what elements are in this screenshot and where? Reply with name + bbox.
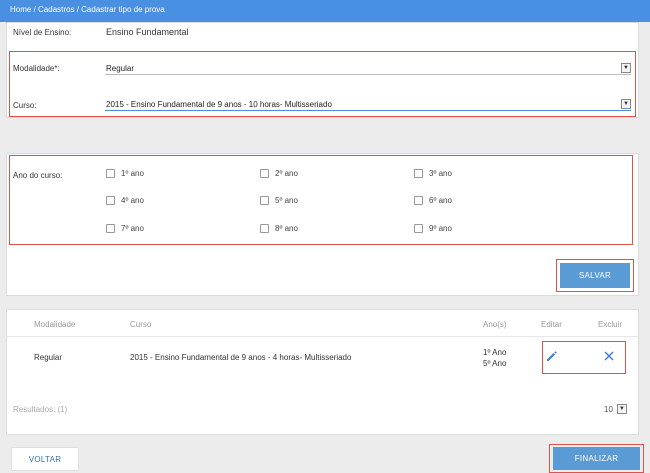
- checkbox-ano-7[interactable]: 7º ano: [106, 224, 144, 233]
- checkbox-ano-3[interactable]: 3º ano: [414, 169, 452, 178]
- row-curso: 2015 - Ensino Fundamental de 9 anos - 4 …: [130, 353, 352, 362]
- row-ano-2: 5º Ano: [483, 359, 507, 368]
- header-editar: Editar: [541, 320, 562, 329]
- pencil-icon[interactable]: [546, 350, 558, 364]
- header-divider: [6, 336, 639, 337]
- results-count: Resultados: (1): [13, 405, 68, 414]
- header-anos: Ano(s): [483, 320, 507, 329]
- checkbox-ano-9[interactable]: 9º ano: [414, 224, 452, 233]
- top-bar: Home / Cadastros / Cadastrar tipo de pro…: [0, 0, 650, 22]
- finalizar-button[interactable]: FINALIZAR: [553, 447, 640, 470]
- voltar-button[interactable]: VOLTAR: [11, 447, 79, 471]
- curso-selected: 2015 - Ensino Fundamental de 9 anos - 10…: [106, 100, 332, 109]
- nivel-value: Ensino Fundamental: [106, 27, 189, 37]
- anos-label: Ano do curso:: [13, 171, 63, 180]
- checkbox-ano-6[interactable]: 6º ano: [414, 196, 452, 205]
- row-modalidade: Regular: [34, 353, 63, 362]
- page-size-value: 10: [604, 404, 613, 414]
- chevron-down-icon[interactable]: ▼: [616, 404, 627, 414]
- checkbox-ano-8[interactable]: 8º ano: [260, 224, 298, 233]
- breadcrumb-home[interactable]: Home: [10, 5, 31, 14]
- curso-select[interactable]: 2015 - Ensino Fundamental de 9 anos - 10…: [105, 98, 631, 111]
- modalidade-selected: Regular: [106, 64, 135, 73]
- nivel-label: Nível de Ensino:: [13, 28, 72, 37]
- breadcrumb-current: Cadastrar tipo de prova: [81, 5, 165, 14]
- salvar-button[interactable]: SALVAR: [560, 263, 630, 288]
- chevron-down-icon[interactable]: ▼: [621, 99, 631, 109]
- page-size-select[interactable]: 10 ▼: [604, 404, 627, 414]
- modalidade-select[interactable]: Regular ▼: [105, 62, 631, 75]
- header-modalidade: Modalidade: [34, 320, 76, 329]
- curso-label: Curso:: [13, 101, 37, 110]
- checkbox-ano-1[interactable]: 1º ano: [106, 169, 144, 178]
- header-excluir: Excluir: [598, 320, 623, 329]
- modalidade-label: Modalidade*:: [13, 64, 60, 73]
- header-curso: Curso: [130, 320, 152, 329]
- checkbox-ano-4[interactable]: 4º ano: [106, 196, 144, 205]
- highlight-anos: [9, 155, 633, 245]
- checkbox-ano-2[interactable]: 2º ano: [260, 169, 298, 178]
- close-icon[interactable]: [604, 351, 614, 363]
- breadcrumb: Home / Cadastros / Cadastrar tipo de pro…: [10, 5, 165, 14]
- breadcrumb-cadastros[interactable]: Cadastros: [38, 5, 74, 14]
- row-ano-1: 1º Ano: [483, 348, 507, 357]
- checkbox-ano-5[interactable]: 5º ano: [260, 196, 298, 205]
- chevron-down-icon[interactable]: ▼: [621, 63, 631, 73]
